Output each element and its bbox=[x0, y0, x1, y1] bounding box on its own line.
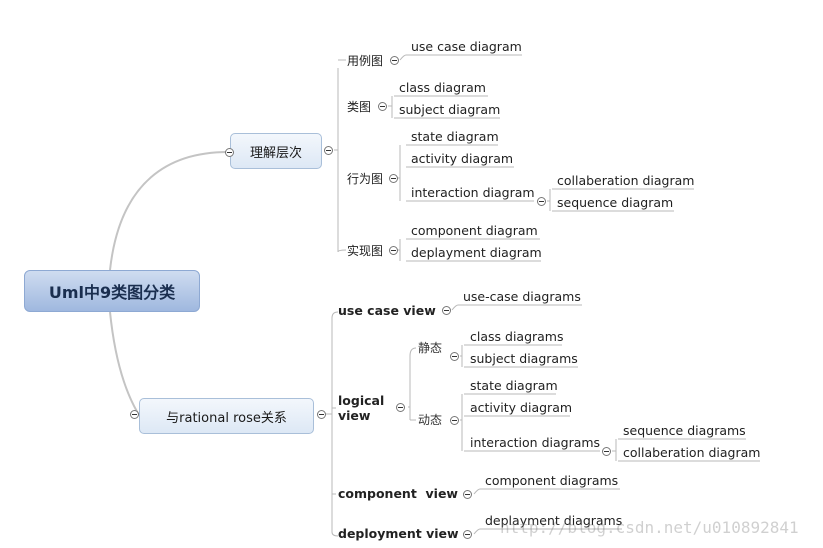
node-dynamic[interactable]: 动态 bbox=[418, 414, 442, 426]
node-usecase-diagrams[interactable]: 用例图 bbox=[347, 55, 383, 67]
leaf-node[interactable]: class diagrams bbox=[470, 330, 564, 344]
leaf-node[interactable]: use case diagram bbox=[411, 40, 522, 54]
node-deployment-view[interactable]: deployment view bbox=[338, 527, 459, 541]
branch-understanding-levels[interactable]: 理解层次 bbox=[230, 133, 322, 169]
leaf-node[interactable]: activity diagram bbox=[411, 152, 513, 166]
branch-rational-rose[interactable]: 与rational rose关系 bbox=[139, 398, 314, 434]
leaf-node[interactable]: class diagram bbox=[399, 81, 486, 95]
collapse-toggle[interactable] bbox=[450, 416, 459, 425]
leaf-node[interactable]: subject diagram bbox=[399, 103, 500, 117]
leaf-node[interactable]: collaberation diagram bbox=[623, 446, 760, 460]
collapse-toggle[interactable] bbox=[389, 174, 398, 183]
collapse-toggle[interactable] bbox=[602, 447, 611, 456]
collapse-toggle[interactable] bbox=[378, 102, 387, 111]
leaf-node[interactable]: component diagram bbox=[411, 224, 538, 238]
leaf-node[interactable]: deplayment diagram bbox=[411, 246, 542, 260]
collapse-toggle[interactable] bbox=[537, 197, 546, 206]
node-class-diagrams[interactable]: 类图 bbox=[347, 101, 371, 113]
collapse-toggle[interactable] bbox=[130, 410, 139, 419]
leaf-node[interactable]: collaberation diagram bbox=[557, 174, 694, 188]
node-use-case-view[interactable]: use case view bbox=[338, 304, 436, 318]
leaf-node[interactable]: activity diagram bbox=[470, 401, 572, 415]
root-topic[interactable]: Uml中9类图分类 bbox=[24, 270, 200, 312]
node-component-view[interactable]: component view bbox=[338, 487, 458, 501]
leaf-node[interactable]: use-case diagrams bbox=[463, 290, 581, 304]
collapse-toggle[interactable] bbox=[389, 246, 398, 255]
collapse-toggle[interactable] bbox=[324, 146, 333, 155]
node-static[interactable]: 静态 bbox=[418, 342, 442, 354]
node-interaction-diagram[interactable]: interaction diagram bbox=[411, 186, 535, 200]
collapse-toggle[interactable] bbox=[225, 148, 234, 157]
leaf-node[interactable]: sequence diagram bbox=[557, 196, 673, 210]
collapse-toggle[interactable] bbox=[396, 403, 405, 412]
node-implementation-diagrams[interactable]: 实现图 bbox=[347, 245, 383, 257]
node-behavior-diagrams[interactable]: 行为图 bbox=[347, 173, 383, 185]
node-interaction-diagrams[interactable]: interaction diagrams bbox=[470, 436, 600, 450]
leaf-node[interactable]: sequence diagrams bbox=[623, 424, 746, 438]
collapse-toggle[interactable] bbox=[390, 56, 399, 65]
leaf-node[interactable]: state diagram bbox=[411, 130, 499, 144]
leaf-node[interactable]: component diagrams bbox=[485, 474, 618, 488]
watermark: http://blog.csdn.net/u010892841 bbox=[500, 518, 799, 537]
leaf-node[interactable]: subject diagrams bbox=[470, 352, 578, 366]
node-logical-view[interactable]: logical view bbox=[338, 393, 392, 423]
collapse-toggle[interactable] bbox=[450, 352, 459, 361]
collapse-toggle[interactable] bbox=[463, 530, 472, 539]
collapse-toggle[interactable] bbox=[317, 410, 326, 419]
leaf-node[interactable]: state diagram bbox=[470, 379, 558, 393]
collapse-toggle[interactable] bbox=[463, 490, 472, 499]
collapse-toggle[interactable] bbox=[442, 306, 451, 315]
